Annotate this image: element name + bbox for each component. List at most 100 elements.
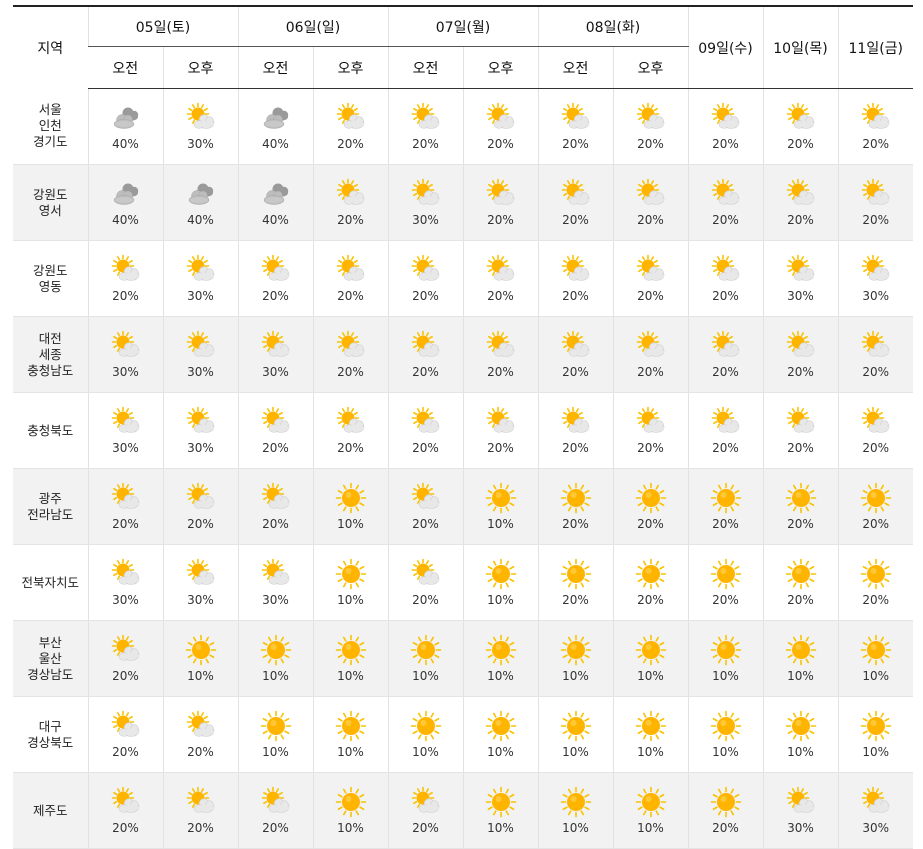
- forecast-cell: 30%: [762, 240, 838, 317]
- partly-sunny-icon: [185, 330, 217, 362]
- partly-sunny-icon: [860, 178, 892, 210]
- precipitation-chance: 20%: [487, 365, 514, 379]
- forecast-cell: 10%: [162, 620, 238, 697]
- sunny-icon: [335, 558, 367, 590]
- region-name-cell: 서울 인천 경기도: [13, 88, 88, 165]
- partly-sunny-icon: [335, 406, 367, 438]
- precipitation-chance: 20%: [712, 821, 739, 835]
- partly-sunny-icon: [110, 634, 142, 666]
- partly-sunny-icon: [860, 330, 892, 362]
- forecast-cell: 30%: [162, 392, 238, 469]
- partly-sunny-icon: [260, 786, 292, 818]
- region-name-line: 충청남도: [27, 362, 74, 378]
- precipitation-chance: 10%: [337, 821, 364, 835]
- region-name-line: 강원도: [32, 186, 68, 202]
- precipitation-chance: 10%: [487, 517, 514, 531]
- precipitation-chance: 30%: [862, 289, 890, 303]
- region-name-line: 대구: [38, 718, 62, 734]
- forecast-cell: 20%: [687, 164, 763, 241]
- partly-sunny-icon: [110, 558, 142, 590]
- region-name-line: 세종: [38, 346, 62, 362]
- am-header: 오전: [537, 46, 613, 89]
- sunny-icon: [710, 482, 742, 514]
- partly-sunny-icon: [710, 102, 742, 134]
- precipitation-chance: 20%: [187, 517, 214, 531]
- forecast-cell: 40%: [87, 88, 163, 165]
- forecast-cell: 20%: [537, 164, 613, 241]
- precipitation-chance: 10%: [262, 745, 289, 759]
- partly-sunny-icon: [185, 710, 217, 742]
- partly-sunny-icon: [785, 254, 817, 286]
- forecast-cell: 10%: [237, 696, 313, 773]
- forecast-cell: 20%: [837, 544, 913, 621]
- partly-sunny-icon: [410, 254, 442, 286]
- precipitation-chance: 30%: [112, 593, 139, 607]
- precipitation-chance: 20%: [412, 821, 439, 835]
- cloudy-icon: [110, 178, 142, 210]
- partly-sunny-icon: [260, 558, 292, 590]
- precipitation-chance: 20%: [487, 137, 514, 151]
- forecast-cell: 20%: [762, 392, 838, 469]
- precipitation-chance: 10%: [487, 745, 514, 759]
- am-header: 오전: [237, 46, 313, 89]
- region-name-line: 전라남도: [27, 506, 74, 522]
- partly-sunny-icon: [635, 330, 667, 362]
- table-row: 대전 세종 충청남도 30% 30% 30% 20% 20% 20% 20% 20% 20% 20% 20…: [13, 316, 913, 393]
- precipitation-chance: 20%: [787, 441, 814, 455]
- table-row: 강원도 영서 40% 40% 40% 20% 30% 20% 20% 20% 20% 20% 20%: [13, 164, 913, 241]
- forecast-cell: 20%: [87, 620, 163, 697]
- precipitation-chance: 30%: [187, 593, 214, 607]
- partly-sunny-icon: [560, 102, 592, 134]
- forecast-body: 서울 인천 경기도 40% 30% 40% 20% 20% 20% 20% 20% 20% 20% 20%…: [13, 88, 913, 849]
- forecast-cell: 20%: [537, 468, 613, 545]
- day-header-mon: 07일(월): [387, 6, 538, 47]
- forecast-cell: 20%: [762, 164, 838, 241]
- sunny-icon: [560, 558, 592, 590]
- precipitation-chance: 20%: [712, 365, 739, 379]
- forecast-cell: 10%: [612, 772, 688, 849]
- forecast-cell: 20%: [162, 696, 238, 773]
- sunny-icon: [710, 786, 742, 818]
- precipitation-chance: 10%: [337, 593, 364, 607]
- precipitation-chance: 20%: [412, 137, 439, 151]
- region-name-line: 강원도: [32, 262, 68, 278]
- cloudy-icon: [260, 178, 292, 210]
- forecast-cell: 30%: [837, 240, 913, 317]
- precipitation-chance: 10%: [562, 745, 589, 759]
- precipitation-chance: 20%: [262, 289, 289, 303]
- precipitation-chance: 20%: [862, 441, 890, 455]
- sunny-icon: [410, 634, 442, 666]
- forecast-cell: 20%: [687, 772, 763, 849]
- day-header-sat: 05일(토): [87, 6, 238, 47]
- region-name-cell: 강원도 영서: [13, 164, 88, 241]
- partly-sunny-icon: [785, 330, 817, 362]
- forecast-cell: 20%: [237, 240, 313, 317]
- sunny-icon: [635, 786, 667, 818]
- precipitation-chance: 20%: [712, 441, 739, 455]
- partly-sunny-icon: [485, 102, 517, 134]
- forecast-cell: 20%: [537, 392, 613, 469]
- partly-sunny-icon: [485, 178, 517, 210]
- cloudy-icon: [260, 102, 292, 134]
- forecast-cell: 20%: [687, 544, 763, 621]
- precipitation-chance: 10%: [637, 669, 664, 683]
- forecast-cell: 20%: [387, 88, 463, 165]
- partly-sunny-icon: [260, 482, 292, 514]
- forecast-cell: 20%: [462, 392, 538, 469]
- precipitation-chance: 20%: [487, 289, 514, 303]
- sunny-icon: [560, 482, 592, 514]
- sunny-icon: [860, 482, 892, 514]
- region-name-line: 영동: [38, 278, 62, 294]
- precipitation-chance: 30%: [187, 441, 214, 455]
- partly-sunny-icon: [785, 102, 817, 134]
- precipitation-chance: 20%: [337, 289, 364, 303]
- table-row: 제주도 20% 20% 20% 10% 20% 10% 10% 10% 20% 30% 30%: [13, 772, 913, 849]
- forecast-cell: 20%: [612, 468, 688, 545]
- partly-sunny-icon: [635, 406, 667, 438]
- precipitation-chance: 10%: [487, 669, 514, 683]
- precipitation-chance: 20%: [637, 517, 664, 531]
- forecast-cell: 20%: [537, 544, 613, 621]
- partly-sunny-icon: [560, 330, 592, 362]
- forecast-cell: 10%: [312, 544, 388, 621]
- partly-sunny-icon: [260, 406, 292, 438]
